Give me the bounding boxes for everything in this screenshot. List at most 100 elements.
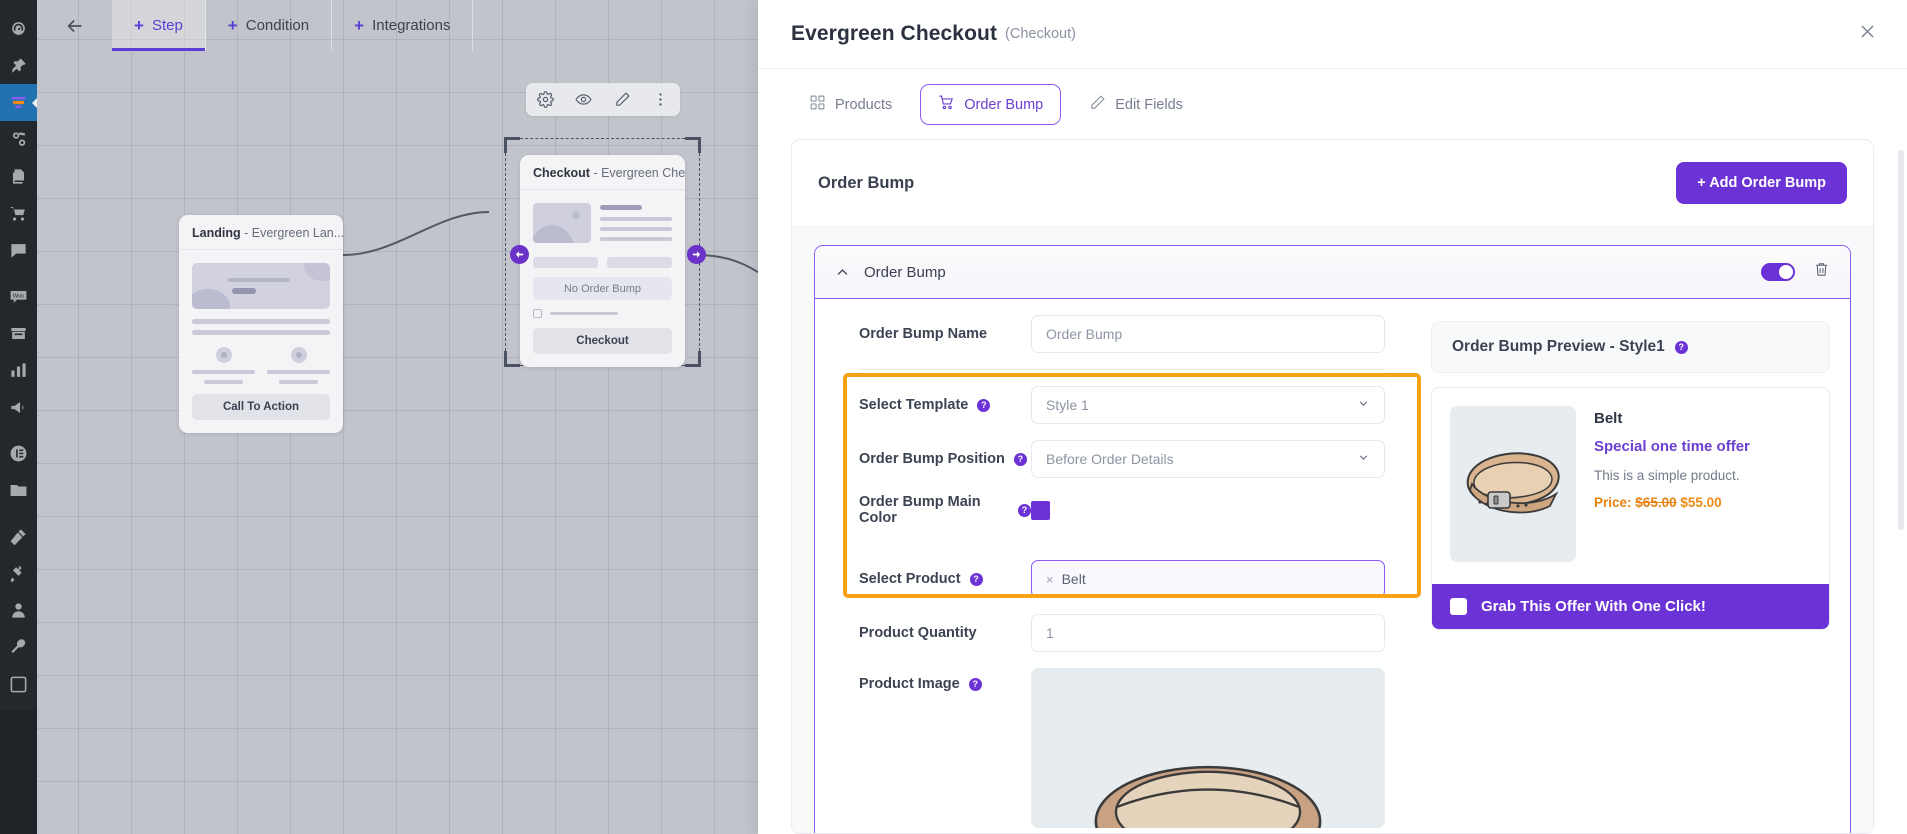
chevron-down-icon [1357,451,1370,467]
order-bump-position-dropdown[interactable]: Before Order Details [1031,440,1385,478]
product-quantity-input[interactable]: 1 [1031,614,1385,652]
admin-sidebar-rail: Woo [0,0,38,834]
help-icon[interactable]: ? [969,572,983,586]
app-root: Woo Landing - Evergreen Lan... Call To A… [0,0,1907,834]
media-icon[interactable] [0,121,37,158]
tab-edit-fields-label: Edit Fields [1115,96,1183,113]
pin-icon[interactable] [0,47,37,84]
eye-icon[interactable] [571,87,597,113]
order-bump-card-title: Order Bump [818,173,915,192]
drawer-body: Order Bump + Add Order Bump Order Bump O… [758,139,1907,834]
order-bump-accordion: Order Bump Order Bump Name Order Bump Se… [814,245,1851,833]
node-input-handle[interactable] [510,245,529,264]
select-template-dropdown[interactable]: Style 1 [1031,386,1385,424]
plugins-icon[interactable] [0,555,37,592]
select-template-text: Select Template [859,397,969,413]
tab-order-bump[interactable]: Order Bump [920,84,1062,125]
help-icon[interactable]: ? [977,398,991,412]
preview-cta-checkbox[interactable] [1450,598,1467,615]
landing-node-header: Landing - Evergreen Lan... [179,215,343,250]
analytics-icon[interactable] [0,352,37,389]
pencil-icon[interactable] [609,87,635,113]
node-output-handle[interactable] [687,245,706,264]
product-image-preview[interactable] [1031,668,1385,828]
order-bump-name-label: Order Bump Name [859,326,988,342]
order-bump-card-inner: Order Bump Order Bump Name Order Bump Se… [792,227,1873,833]
field-row-color: Order Bump Main Color ? [835,494,1409,526]
node-action-toolbar[interactable] [526,83,680,116]
preview-card-top: Belt Special one time offer This is a si… [1432,388,1829,584]
order-bump-card-header: Order Bump + Add Order Bump [792,140,1873,227]
pages-icon[interactable] [0,158,37,195]
flow-node-landing[interactable]: Landing - Evergreen Lan... Call To Actio… [179,215,343,433]
products-icon[interactable] [0,315,37,352]
tab-edit-fields[interactable]: Edit Fields [1071,84,1201,125]
order-bump-accordion-header[interactable]: Order Bump [815,246,1850,299]
checkout-cta-button[interactable]: Checkout [533,328,672,354]
flow-tab-step-label: Step [151,17,183,34]
tools-icon[interactable] [0,629,37,666]
flow-tab-condition[interactable]: + Condition [206,0,333,51]
page-subtitle: (Checkout) [1005,26,1076,42]
back-arrow-icon[interactable] [37,0,112,51]
help-icon[interactable]: ? [1013,452,1027,466]
help-icon[interactable]: ? [968,677,982,691]
landing-node-name: - Evergreen Lan... [244,226,343,240]
marketing-icon[interactable] [0,389,37,426]
help-icon[interactable]: ? [1018,503,1031,517]
field-row-name: Order Bump Name Order Bump [835,315,1409,353]
preview-card: Belt Special one time offer This is a si… [1431,387,1830,630]
delete-icon[interactable] [1813,261,1830,283]
landing-cta-button[interactable]: Call To Action [192,394,330,420]
tab-products[interactable]: Products [791,84,910,125]
plus-icon: + [354,16,365,35]
checkout-node-type: Checkout [533,166,590,180]
templates-icon[interactable] [0,472,37,509]
cart-icon[interactable] [0,195,37,232]
order-bump-accordion-actions [1761,261,1830,283]
pencil-icon [1089,94,1106,115]
svg-text:Woo: Woo [13,293,24,299]
flow-tab-step[interactable]: + Step [112,0,206,51]
flow-tab-condition-label: Condition [245,17,310,34]
order-bump-enable-toggle[interactable] [1761,263,1795,281]
settings-icon[interactable] [0,666,37,703]
landing-features-placeholder [192,347,330,384]
select-product-input[interactable]: × Belt [1031,560,1385,598]
drawer-header: Evergreen Checkout (Checkout) [758,0,1907,69]
field-row-template: Select Template ? Style 1 [835,386,1409,424]
woo-icon[interactable]: Woo [0,278,37,315]
funnel-canvas[interactable]: Landing - Evergreen Lan... Call To Actio… [37,0,758,834]
landing-node-type: Landing [192,226,241,240]
appearance-icon[interactable] [0,518,37,555]
close-icon[interactable] [1858,22,1877,46]
checkout-node-name: - Evergreen Che... [593,166,685,180]
checkout-input-placeholders [533,257,672,268]
select-product-value: Belt [1061,571,1086,587]
gear-icon[interactable] [532,87,558,113]
funnel-icon[interactable] [0,84,38,121]
flow-tab-integrations[interactable]: + Integrations [332,0,474,51]
tab-products-label: Products [835,96,893,113]
elementor-icon[interactable] [0,435,37,472]
preview-cta-bar[interactable]: Grab This Offer With One Click! [1432,584,1829,629]
dashboard-icon[interactable] [0,10,37,47]
comments-icon[interactable] [0,232,37,269]
flow-node-checkout[interactable]: Checkout - Evergreen Che... No Order Bum… [520,155,685,367]
help-icon[interactable]: ? [1674,340,1688,354]
chevron-up-icon[interactable] [835,265,850,280]
drawer-scrollbar[interactable] [1898,150,1904,530]
checkout-node-body: No Order Bump Checkout [520,190,685,367]
field-row-position: Order Bump Position ? Before Order Detai… [835,440,1409,478]
add-order-bump-button[interactable]: + Add Order Bump [1676,162,1847,204]
users-icon[interactable] [0,592,37,629]
chevron-down-icon [1357,397,1370,413]
order-bump-name-input[interactable]: Order Bump [1031,315,1385,353]
flow-toolbar: + Step + Condition + Integrations [37,0,758,51]
order-bump-position-text: Order Bump Position [859,451,1005,467]
more-vertical-icon[interactable] [648,87,674,113]
order-bump-main-color-swatch[interactable] [1031,500,1050,520]
remove-product-chip-icon[interactable]: × [1046,572,1054,587]
checkout-no-order-bump: No Order Bump [533,277,672,300]
order-bump-preview-panel: Order Bump Preview - Style1 ? Belt Speci… [1431,315,1830,833]
